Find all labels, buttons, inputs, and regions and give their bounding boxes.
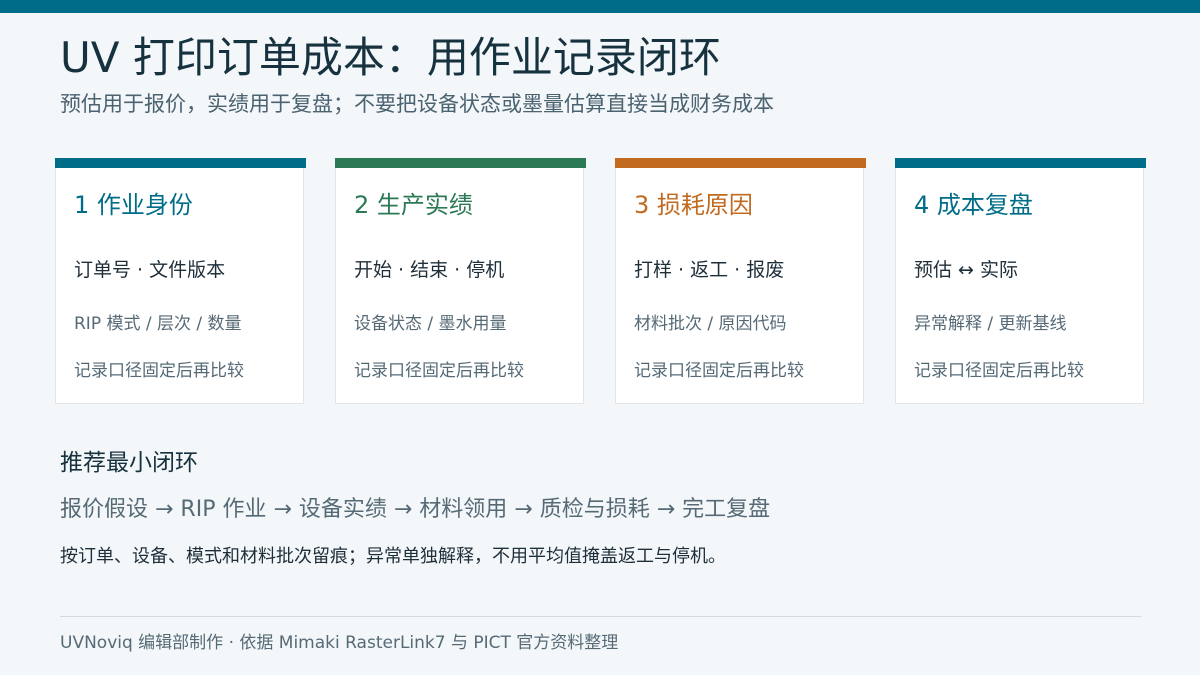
card-accent-bar <box>615 158 866 168</box>
card-title: 4 成本复盘 <box>914 191 1033 219</box>
footer-credit: UVNoviq 编辑部制作 · 依据 Mimaki RasterLink7 与 … <box>60 633 619 653</box>
card-primary-line: 打样 · 返工 · 报废 <box>634 259 785 281</box>
card-secondary-line: RIP 模式 / 层次 / 数量 <box>74 314 242 334</box>
card-note-line: 记录口径固定后再比较 <box>354 361 524 381</box>
card-note-line: 记录口径固定后再比较 <box>634 361 804 381</box>
loop-note: 按订单、设备、模式和材料批次留痕；异常单独解释，不用平均值掩盖返工与停机。 <box>60 546 726 567</box>
page-title: UV 打印订单成本：用作业记录闭环 <box>60 33 721 82</box>
card-accent-bar <box>335 158 586 168</box>
card-cost-review: 4 成本复盘 预估 ↔ 实际 异常解释 / 更新基线 记录口径固定后再比较 <box>895 158 1146 404</box>
loop-heading: 推荐最小闭环 <box>60 450 198 476</box>
card-note-line: 记录口径固定后再比较 <box>914 361 1084 381</box>
card-accent-bar <box>55 158 306 168</box>
card-secondary-line: 材料批次 / 原因代码 <box>634 314 787 334</box>
card-primary-line: 订单号 · 文件版本 <box>74 259 226 281</box>
top-accent-bar <box>0 0 1200 13</box>
card-secondary-line: 异常解释 / 更新基线 <box>914 314 1067 334</box>
loop-flow: 报价假设 → RIP 作业 → 设备实绩 → 材料领用 → 质检与损耗 → 完工… <box>60 497 771 522</box>
card-secondary-line: 设备状态 / 墨水用量 <box>354 314 507 334</box>
card-primary-line: 预估 ↔ 实际 <box>914 259 1018 281</box>
footer-divider <box>60 616 1141 617</box>
card-note-line: 记录口径固定后再比较 <box>74 361 244 381</box>
card-accent-bar <box>895 158 1146 168</box>
card-loss-causes: 3 损耗原因 打样 · 返工 · 报废 材料批次 / 原因代码 记录口径固定后再… <box>615 158 866 404</box>
card-job-identity: 1 作业身份 订单号 · 文件版本 RIP 模式 / 层次 / 数量 记录口径固… <box>55 158 306 404</box>
card-title: 1 作业身份 <box>74 191 193 219</box>
card-primary-line: 开始 · 结束 · 停机 <box>354 259 505 281</box>
card-title: 2 生产实绩 <box>354 191 473 219</box>
page-subtitle: 预估用于报价，实绩用于复盘；不要把设备状态或墨量估算直接当成财务成本 <box>60 92 774 116</box>
card-production-actuals: 2 生产实绩 开始 · 结束 · 停机 设备状态 / 墨水用量 记录口径固定后再… <box>335 158 586 404</box>
card-title: 3 损耗原因 <box>634 191 753 219</box>
